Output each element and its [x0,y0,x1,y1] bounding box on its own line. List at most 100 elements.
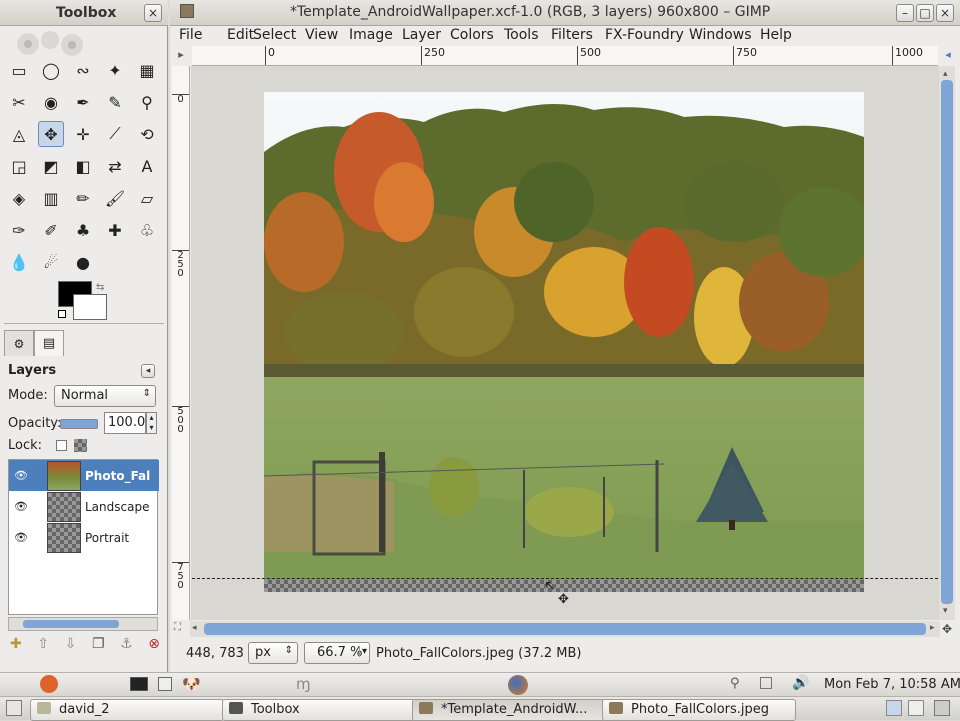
mode-select[interactable]: Normal ⇕ [54,385,156,407]
trash-icon[interactable] [934,700,950,716]
airbrush-icon[interactable]: ✑ [6,217,32,243]
firefox-icon[interactable] [508,675,528,695]
menu-fx-foundry[interactable]: FX-Foundry [605,27,684,43]
foreground-select-icon[interactable]: ◉ [38,89,64,115]
opacity-stepper[interactable]: ▴ ▾ [146,412,157,434]
zoom-fit-icon[interactable]: ⛶ [174,622,188,636]
smudge-icon[interactable]: ☄ [38,249,64,275]
opacity-input[interactable]: 100.0 [104,412,146,434]
layer-list-scrollbar[interactable] [8,617,158,631]
taskbar-item[interactable]: *Template_AndroidW... [412,699,606,721]
scroll-down-icon[interactable]: ▾ [943,606,948,616]
menu-view[interactable]: View [305,27,338,43]
show-desktop-icon[interactable] [6,700,22,716]
menu-layer[interactable]: Layer [402,27,441,43]
tab-tool-options[interactable]: ⚙ [4,330,34,356]
layer-row[interactable]: 👁 Landscape [9,491,159,522]
image-window-titlebar[interactable]: *Template_AndroidWallpaper.xcf-1.0 (RGB,… [170,0,960,26]
zoom-select[interactable]: 66.7 % ▾ [304,642,370,664]
default-colors-icon[interactable] [58,310,66,318]
visibility-eye-icon[interactable]: 👁 [9,500,33,513]
menu-edit[interactable]: Edit [227,27,254,43]
ellipse-select-icon[interactable]: ◯ [38,57,64,83]
rotate-icon[interactable]: ⟲ [134,121,160,147]
clone-icon[interactable]: ♣ [70,217,96,243]
clock[interactable]: Mon Feb 7, 10:58 AM [824,677,960,692]
align-icon[interactable]: ✛ [70,121,96,147]
workspace-1[interactable] [886,700,902,716]
perspective-clone-icon[interactable]: ♧ [134,217,160,243]
background-color-swatch[interactable] [73,294,107,320]
indicator-icon[interactable] [760,677,772,689]
menu-tools[interactable]: Tools [504,27,539,43]
menu-windows[interactable]: Windows [689,27,752,43]
scroll-right-icon[interactable]: ▸ [930,623,935,633]
opacity-slider[interactable] [60,419,98,429]
taskbar-item[interactable]: Photo_FallColors.jpeg [602,699,796,721]
maximize-button[interactable]: □ [916,4,934,22]
move-icon[interactable]: ✥ [38,121,64,147]
minimize-button[interactable]: – [896,4,914,22]
bucket-fill-icon[interactable]: ◈ [6,185,32,211]
navigate-crosshair-icon[interactable]: ✥ [942,622,958,636]
blur-icon[interactable]: 💧 [6,249,32,275]
lock-alpha-checkbox[interactable] [56,440,67,451]
menu-select[interactable]: Select [253,27,296,43]
scroll-up-icon[interactable]: ▴ [943,69,948,79]
menu-help[interactable]: Help [760,27,792,43]
pencil-icon[interactable]: ✏ [70,185,96,211]
toolbox-close-button[interactable]: × [144,4,162,22]
terminal-icon[interactable] [130,677,148,691]
taskbar-item[interactable]: Toolbox [222,699,416,721]
ink-icon[interactable]: ✐ [38,217,64,243]
heal-icon[interactable]: ✚ [102,217,128,243]
text-icon[interactable]: A [134,153,160,179]
ubuntu-logo-icon[interactable] [40,675,58,693]
horizontal-ruler[interactable]: 0 250 500 750 1000 [192,46,938,66]
menu-filters[interactable]: Filters [551,27,593,43]
layer-row[interactable]: 👁 Photo_Fal [9,460,159,491]
shear-icon[interactable]: ◩ [38,153,64,179]
volume-icon[interactable]: 🔊 [792,675,809,691]
scissors-icon[interactable]: ✂ [6,89,32,115]
visibility-eye-icon[interactable]: 👁 [9,531,33,544]
vertical-ruler[interactable]: 0250500750 [172,66,190,620]
unit-select[interactable]: px ⇕ [248,642,298,664]
perspective-icon[interactable]: ◧ [70,153,96,179]
vertical-scroll-thumb[interactable] [941,80,953,604]
tab-layers[interactable]: ▤ [34,330,64,356]
photo-layer-image[interactable] [264,92,864,592]
new-layer-icon[interactable]: ✚ [10,636,22,656]
taskbar-item[interactable]: david_2 [30,699,224,721]
delete-layer-icon[interactable]: ⊗ [148,636,160,656]
mail-icon[interactable]: ɱ [296,675,311,693]
dock-menu-button[interactable]: ◂ [141,364,155,378]
color-select-icon[interactable]: ▦ [134,57,160,83]
rect-select-icon[interactable]: ▭ [6,57,32,83]
paintbrush-icon[interactable]: 🖌 [102,185,128,211]
anchor-layer-icon[interactable]: ⚓ [120,636,133,656]
scroll-left-icon[interactable]: ◂ [192,623,197,633]
close-button[interactable]: × [936,4,954,22]
duplicate-layer-icon[interactable]: ❐ [92,636,105,656]
measure-icon[interactable]: ◬ [6,121,32,147]
dodge-burn-icon[interactable]: ● [70,249,96,275]
horizontal-scroll-thumb[interactable] [204,623,926,635]
menu-colors[interactable]: Colors [450,27,494,43]
guide-line[interactable] [192,578,938,579]
scale-icon[interactable]: ◲ [6,153,32,179]
eraser-icon[interactable]: ▱ [134,185,160,211]
flip-icon[interactable]: ⇄ [102,153,128,179]
visibility-eye-icon[interactable]: 👁 [9,469,33,482]
workspace-2[interactable] [908,700,924,716]
toolbox-titlebar[interactable]: Toolbox × [0,0,168,26]
raise-layer-icon[interactable]: ⇧ [37,636,49,656]
vertical-scrollbar[interactable]: ▴ ▾ [939,66,955,620]
free-select-icon[interactable]: ∾ [70,57,96,83]
menu-file[interactable]: File [179,27,202,43]
gimp-launcher-icon[interactable]: 🐶 [182,675,201,693]
swap-colors-icon[interactable]: ⇆ [96,282,104,293]
paths-icon[interactable]: ✒ [70,89,96,115]
text-editor-icon[interactable] [158,677,172,691]
layer-row[interactable]: 👁 Portrait [9,522,159,553]
